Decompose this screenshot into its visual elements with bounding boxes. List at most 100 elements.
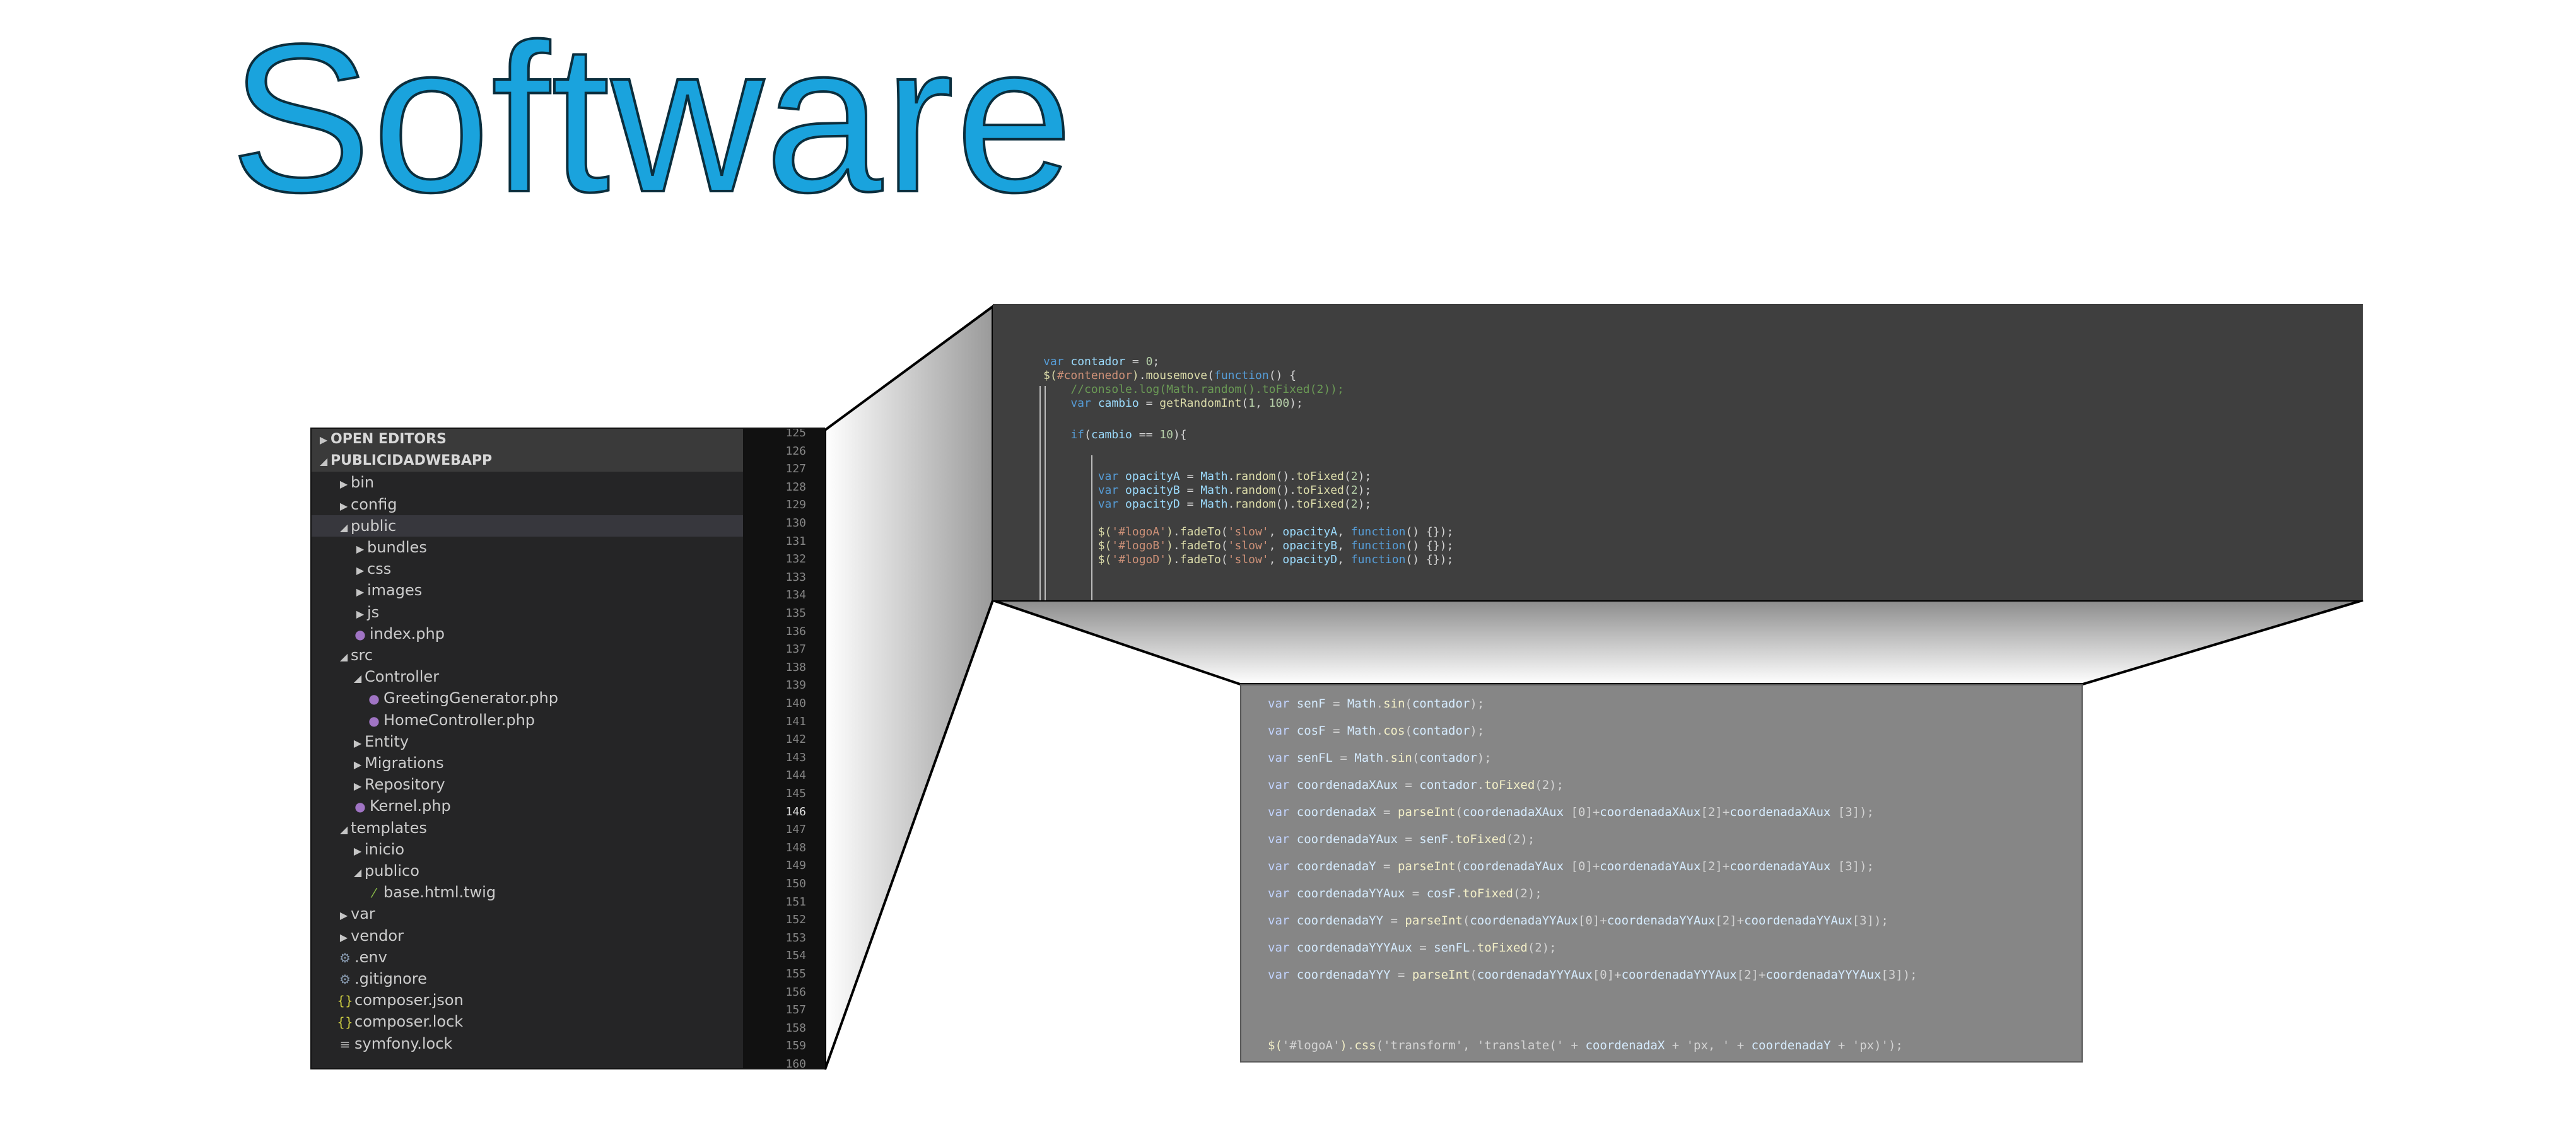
code-token: ( [1412, 751, 1420, 765]
code-token: ( [1405, 724, 1412, 738]
code-token: mousemove [1145, 369, 1208, 382]
explorer-item-label: OPEN EDITORS [331, 431, 447, 447]
code-token: = [1390, 968, 1412, 982]
explorer-folder[interactable]: ◢ templates [312, 817, 743, 839]
explorer-file[interactable]: {}composer.lock [312, 1011, 743, 1032]
code-panel-bottom: var senF = Math.sin(contador); var cosF =… [1240, 684, 2083, 1063]
code-token: ( [1462, 914, 1470, 928]
chevron-down-icon: ◢ [339, 651, 348, 663]
explorer-item-label: HomeController.php [383, 711, 536, 729]
explorer-file[interactable]: ● GreetingGenerator.php [312, 687, 743, 709]
code-token: . [1173, 525, 1180, 539]
explorer-folder[interactable]: ▶ inicio [312, 839, 743, 860]
explorer-item-label: Migrations [365, 754, 444, 772]
code-token: toFixed [1455, 832, 1506, 846]
code-token: #contenedor [1057, 369, 1132, 382]
explorer-folder[interactable]: ▶ Repository [312, 774, 743, 795]
code-token: ) [1340, 1039, 1347, 1052]
code-token: cosF [1426, 887, 1456, 900]
code-token: function [1350, 539, 1406, 552]
code-token: cos [1383, 724, 1405, 738]
code-token: Math [1347, 724, 1376, 738]
code-token: coordenadaY [1296, 859, 1376, 873]
explorer-item-label: publico [365, 862, 419, 880]
code-token: . [1448, 832, 1456, 846]
explorer-file[interactable]: ● index.php [312, 623, 743, 644]
code-token: var [1268, 887, 1297, 900]
explorer-item-label: var [351, 905, 375, 923]
explorer-folder[interactable]: ◢ src [312, 644, 743, 666]
code-token: . [1376, 724, 1384, 738]
code-token: = [1383, 914, 1405, 928]
explorer-folder[interactable]: ◢ publico [312, 860, 743, 882]
explorer-item-label: config [351, 495, 397, 513]
explorer-folder[interactable]: ▶ images [312, 580, 743, 601]
explorer-item-label: index.php [370, 624, 445, 643]
explorer-file[interactable]: ⚙ .gitignore [312, 968, 743, 989]
code-token: ( [1221, 553, 1228, 566]
explorer-folder[interactable]: ▶ var [312, 903, 743, 924]
code-token: (2); [1506, 832, 1535, 846]
code-token: = [1325, 724, 1347, 738]
code-token: var [1268, 805, 1297, 819]
code-token: 'px)' [1852, 1039, 1888, 1052]
code-token: ( [1455, 859, 1463, 873]
explorer-item-label: composer.lock [354, 1013, 464, 1031]
code-token: coordenadaYYYAux [1621, 968, 1737, 982]
explorer-item-label: bundles [367, 539, 427, 556]
explorer-item-label: Repository [365, 776, 445, 794]
code-token: toFixed [1462, 887, 1513, 900]
explorer-folder[interactable]: ▶ bin [312, 472, 743, 493]
code-line: $('#logoD').fadeTo('slow', opacityD, fun… [1043, 552, 1454, 568]
code-token: css [1354, 1039, 1376, 1052]
explorer-file[interactable]: {}composer.json [312, 989, 743, 1011]
code-token: ( [1221, 525, 1228, 539]
explorer-file[interactable]: ≡ symfony.lock [312, 1033, 743, 1054]
code-token: cosF [1296, 724, 1326, 738]
chevron-right-icon: ▶ [319, 434, 328, 446]
code-token: coordenadaYYAux [1607, 914, 1716, 928]
explorer-file[interactable]: ⁄ base.html.twig [312, 882, 743, 903]
code-token: ( [1344, 498, 1351, 511]
explorer-item-label: base.html.twig [383, 883, 496, 902]
code-token: opacityA [1125, 470, 1180, 483]
explorer-folder[interactable]: ▶ Entity [312, 731, 743, 752]
code-line: var coordenadaXAux = contador.toFixed(2)… [1268, 776, 1564, 795]
code-token: Math [1200, 470, 1228, 483]
explorer-file[interactable]: ⚙ .env [312, 947, 743, 968]
explorer-section-header[interactable]: ▶ OPEN EDITORS [312, 429, 743, 450]
code-token: var [1043, 355, 1071, 368]
code-token: ); [1289, 397, 1303, 410]
explorer-folder[interactable]: ▶ bundles [312, 537, 743, 558]
explorer-folder[interactable]: ▶ Migrations [312, 752, 743, 774]
chevron-right-icon: ▶ [353, 780, 362, 793]
code-line: var senFL = Math.sin(contador); [1268, 748, 1492, 767]
code-line: $('#logoA').css('transform', 'translate(… [1268, 1036, 1903, 1055]
chevron-down-icon: ◢ [339, 521, 348, 533]
code-token: senF [1419, 832, 1449, 846]
code-token: . [1383, 751, 1391, 765]
code-token: senF [1296, 697, 1326, 711]
explorer-folder[interactable]: ▶ css [312, 558, 743, 580]
code-token: (2); [1513, 887, 1542, 900]
code-token: random [1234, 498, 1276, 511]
code-token: = [1325, 697, 1347, 711]
chevron-right-icon: ▶ [356, 607, 365, 620]
code-token: 'slow' [1227, 553, 1269, 566]
explorer-folder[interactable]: ◢ public [312, 515, 743, 537]
chevron-right-icon: ▶ [339, 909, 348, 922]
explorer-folder[interactable]: ▶ vendor [312, 925, 743, 947]
chevron-down-icon: ◢ [353, 672, 362, 685]
code-token: $( [1043, 539, 1112, 552]
explorer-folder[interactable]: ▶ config [312, 494, 743, 515]
code-token: ); [1477, 751, 1492, 765]
explorer-section-header[interactable]: ◢ PUBLICIDADWEBAPP [312, 450, 743, 472]
explorer-file[interactable]: ● HomeController.php [312, 709, 743, 731]
code-token: //console.log(Math.random().toFixed(2)); [1043, 383, 1344, 396]
explorer-folder[interactable]: ▶ js [312, 602, 743, 623]
code-token: [0]+ [1578, 914, 1607, 928]
explorer-folder[interactable]: ◢ Controller [312, 666, 743, 687]
code-token: (). [1275, 484, 1297, 497]
code-token: ); [1357, 498, 1372, 511]
explorer-file[interactable]: ● Kernel.php [312, 795, 743, 817]
